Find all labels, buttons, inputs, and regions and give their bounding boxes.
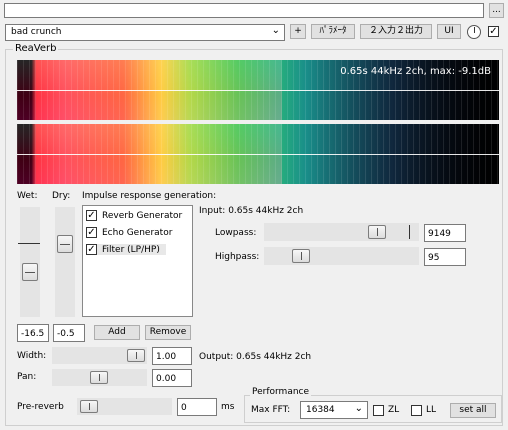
highpass-slider[interactable]	[264, 247, 419, 265]
browse-button[interactable]: ...	[489, 3, 504, 18]
pan-slider[interactable]	[52, 369, 147, 386]
impulse-heading: Impulse response generation:	[82, 191, 217, 201]
reverb-generator-checkbox[interactable]: ✓	[86, 210, 97, 221]
list-item[interactable]: ✓ Reverb Generator	[86, 210, 182, 221]
width-slider[interactable]	[52, 347, 147, 364]
set-all-button[interactable]: set all	[450, 403, 496, 418]
add-button[interactable]: Add	[94, 325, 140, 340]
dry-slider[interactable]	[55, 207, 75, 317]
ll-checkbox[interactable]	[411, 405, 422, 416]
reverb-generator-label: Reverb Generator	[102, 210, 183, 221]
preset-value: bad crunch	[11, 27, 62, 37]
highpass-value[interactable]: 95	[424, 248, 466, 266]
chevron-down-icon: ⌄	[354, 403, 363, 414]
list-item[interactable]: ✓ Filter (LP/HP)	[86, 244, 166, 255]
wet-slider-zero-mark	[18, 243, 40, 244]
bypass-checkbox[interactable]: ✓	[488, 26, 499, 37]
width-value[interactable]: 1.00	[152, 347, 192, 365]
pan-value[interactable]: 0.00	[152, 369, 192, 387]
prereverb-unit: ms	[221, 402, 235, 412]
parameters-button[interactable]: ﾊﾟﾗﾒｰﾀ	[311, 24, 355, 39]
pan-slider-thumb[interactable]	[90, 371, 108, 384]
add-preset-button[interactable]: +	[290, 24, 306, 39]
zl-label: ZL	[388, 405, 400, 415]
maxfft-dropdown[interactable]: 16384 ⌄	[300, 401, 368, 419]
dry-slider-thumb[interactable]	[57, 235, 73, 253]
wet-slider-thumb[interactable]	[22, 263, 38, 281]
ui-button[interactable]: UI	[437, 24, 461, 39]
filter-checkbox[interactable]: ✓	[86, 244, 97, 255]
chevron-down-icon: ⌄	[271, 25, 280, 36]
width-slider-thumb[interactable]	[127, 349, 145, 362]
prereverb-slider[interactable]	[77, 398, 172, 415]
wet-label: Wet:	[17, 191, 38, 201]
dry-label: Dry:	[52, 191, 71, 201]
highpass-slider-thumb[interactable]	[292, 249, 310, 263]
remove-button[interactable]: Remove	[145, 325, 191, 340]
echo-generator-checkbox[interactable]: ✓	[86, 227, 97, 238]
io-routing-button[interactable]: ２入力２出力	[360, 24, 432, 39]
dry-value[interactable]: -0.5	[53, 324, 85, 342]
pan-label: Pan:	[17, 372, 37, 382]
echo-generator-label: Echo Generator	[102, 227, 173, 238]
plugin-title: ReaVerb	[13, 43, 59, 54]
prereverb-value[interactable]: 0	[177, 398, 217, 416]
output-info: Output: 0.65s 44kHz 2ch	[199, 352, 312, 362]
preset-dropdown[interactable]: bad crunch ⌄	[5, 24, 285, 41]
list-item[interactable]: ✓ Echo Generator	[86, 227, 172, 238]
width-label: Width:	[17, 351, 47, 361]
lowpass-slider[interactable]	[264, 223, 419, 241]
spectrogram-right	[17, 124, 499, 184]
prereverb-label: Pre-reverb	[17, 402, 64, 412]
lowpass-slider-thumb[interactable]	[368, 225, 386, 239]
wet-slider[interactable]	[18, 207, 40, 317]
lowpass-label: Lowpass:	[215, 228, 257, 238]
zl-checkbox[interactable]	[373, 405, 384, 416]
wet-value[interactable]: -16.5	[17, 324, 49, 342]
lowpass-value[interactable]: 9149	[424, 224, 466, 242]
performance-title: Performance	[250, 387, 312, 397]
display-info: 0.65s 44kHz 2ch, max: -9.1dB	[340, 66, 491, 77]
filter-label: Filter (LP/HP)	[102, 244, 160, 255]
lowpass-tick	[409, 225, 410, 239]
path-input[interactable]	[4, 3, 484, 18]
highpass-label: Highpass:	[215, 252, 260, 262]
wet-knob-icon[interactable]	[467, 25, 481, 39]
impulse-list[interactable]: ✓ Reverb Generator ✓ Echo Generator ✓ Fi…	[82, 205, 193, 317]
maxfft-label: Max FFT:	[251, 405, 291, 415]
ll-label: LL	[426, 405, 437, 415]
input-info: Input: 0.65s 44kHz 2ch	[199, 206, 304, 216]
prereverb-slider-thumb[interactable]	[80, 400, 98, 413]
spectrogram-left: 0.65s 44kHz 2ch, max: -9.1dB	[17, 60, 499, 120]
maxfft-value: 16384	[306, 405, 335, 415]
